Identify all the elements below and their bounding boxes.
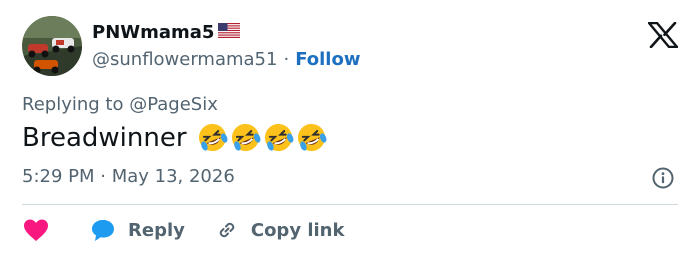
author-handle-row: @sunflowermama51 · Follow bbox=[92, 49, 360, 70]
reply-button[interactable]: Reply bbox=[90, 217, 185, 243]
tweet-timestamp[interactable]: 5:29 PM · May 13, 2026 bbox=[22, 166, 235, 187]
reply-context-prefix: Replying to bbox=[22, 94, 124, 115]
speech-bubble-icon bbox=[92, 220, 114, 241]
link-icon bbox=[219, 222, 235, 238]
copy-link-button[interactable]: Copy link bbox=[215, 218, 345, 242]
reply-label: Reply bbox=[128, 219, 185, 241]
author-handle[interactable]: @sunflowermama51 bbox=[92, 49, 277, 70]
like-button[interactable] bbox=[22, 217, 50, 243]
avatar[interactable] bbox=[22, 16, 82, 76]
emoji-group bbox=[197, 122, 327, 153]
x-logo-icon[interactable] bbox=[647, 21, 679, 49]
follow-button[interactable]: Follow bbox=[295, 49, 360, 70]
rofl-emoji-icon bbox=[231, 123, 260, 152]
heart-icon bbox=[24, 219, 48, 241]
separator-dot: · bbox=[283, 49, 290, 70]
rofl-emoji-icon bbox=[264, 123, 293, 152]
info-icon[interactable] bbox=[651, 166, 675, 190]
tweet-text: Breadwinner bbox=[22, 122, 187, 153]
race-car-avatar-image bbox=[22, 16, 82, 76]
divider bbox=[22, 204, 678, 205]
copy-link-label: Copy link bbox=[250, 219, 345, 241]
action-bar: Reply Copy link bbox=[22, 216, 344, 244]
rofl-emoji-icon bbox=[297, 123, 326, 152]
reply-context: Replying to @PageSix bbox=[22, 94, 218, 115]
us-flag-icon bbox=[218, 23, 241, 42]
rofl-emoji-icon bbox=[198, 123, 227, 152]
author-display-name[interactable]: PNWmama5 bbox=[92, 22, 214, 43]
tweet-body: Breadwinner bbox=[22, 122, 327, 153]
author-name-row: PNWmama5 bbox=[92, 22, 241, 43]
reply-context-handle[interactable]: @PageSix bbox=[129, 94, 218, 115]
